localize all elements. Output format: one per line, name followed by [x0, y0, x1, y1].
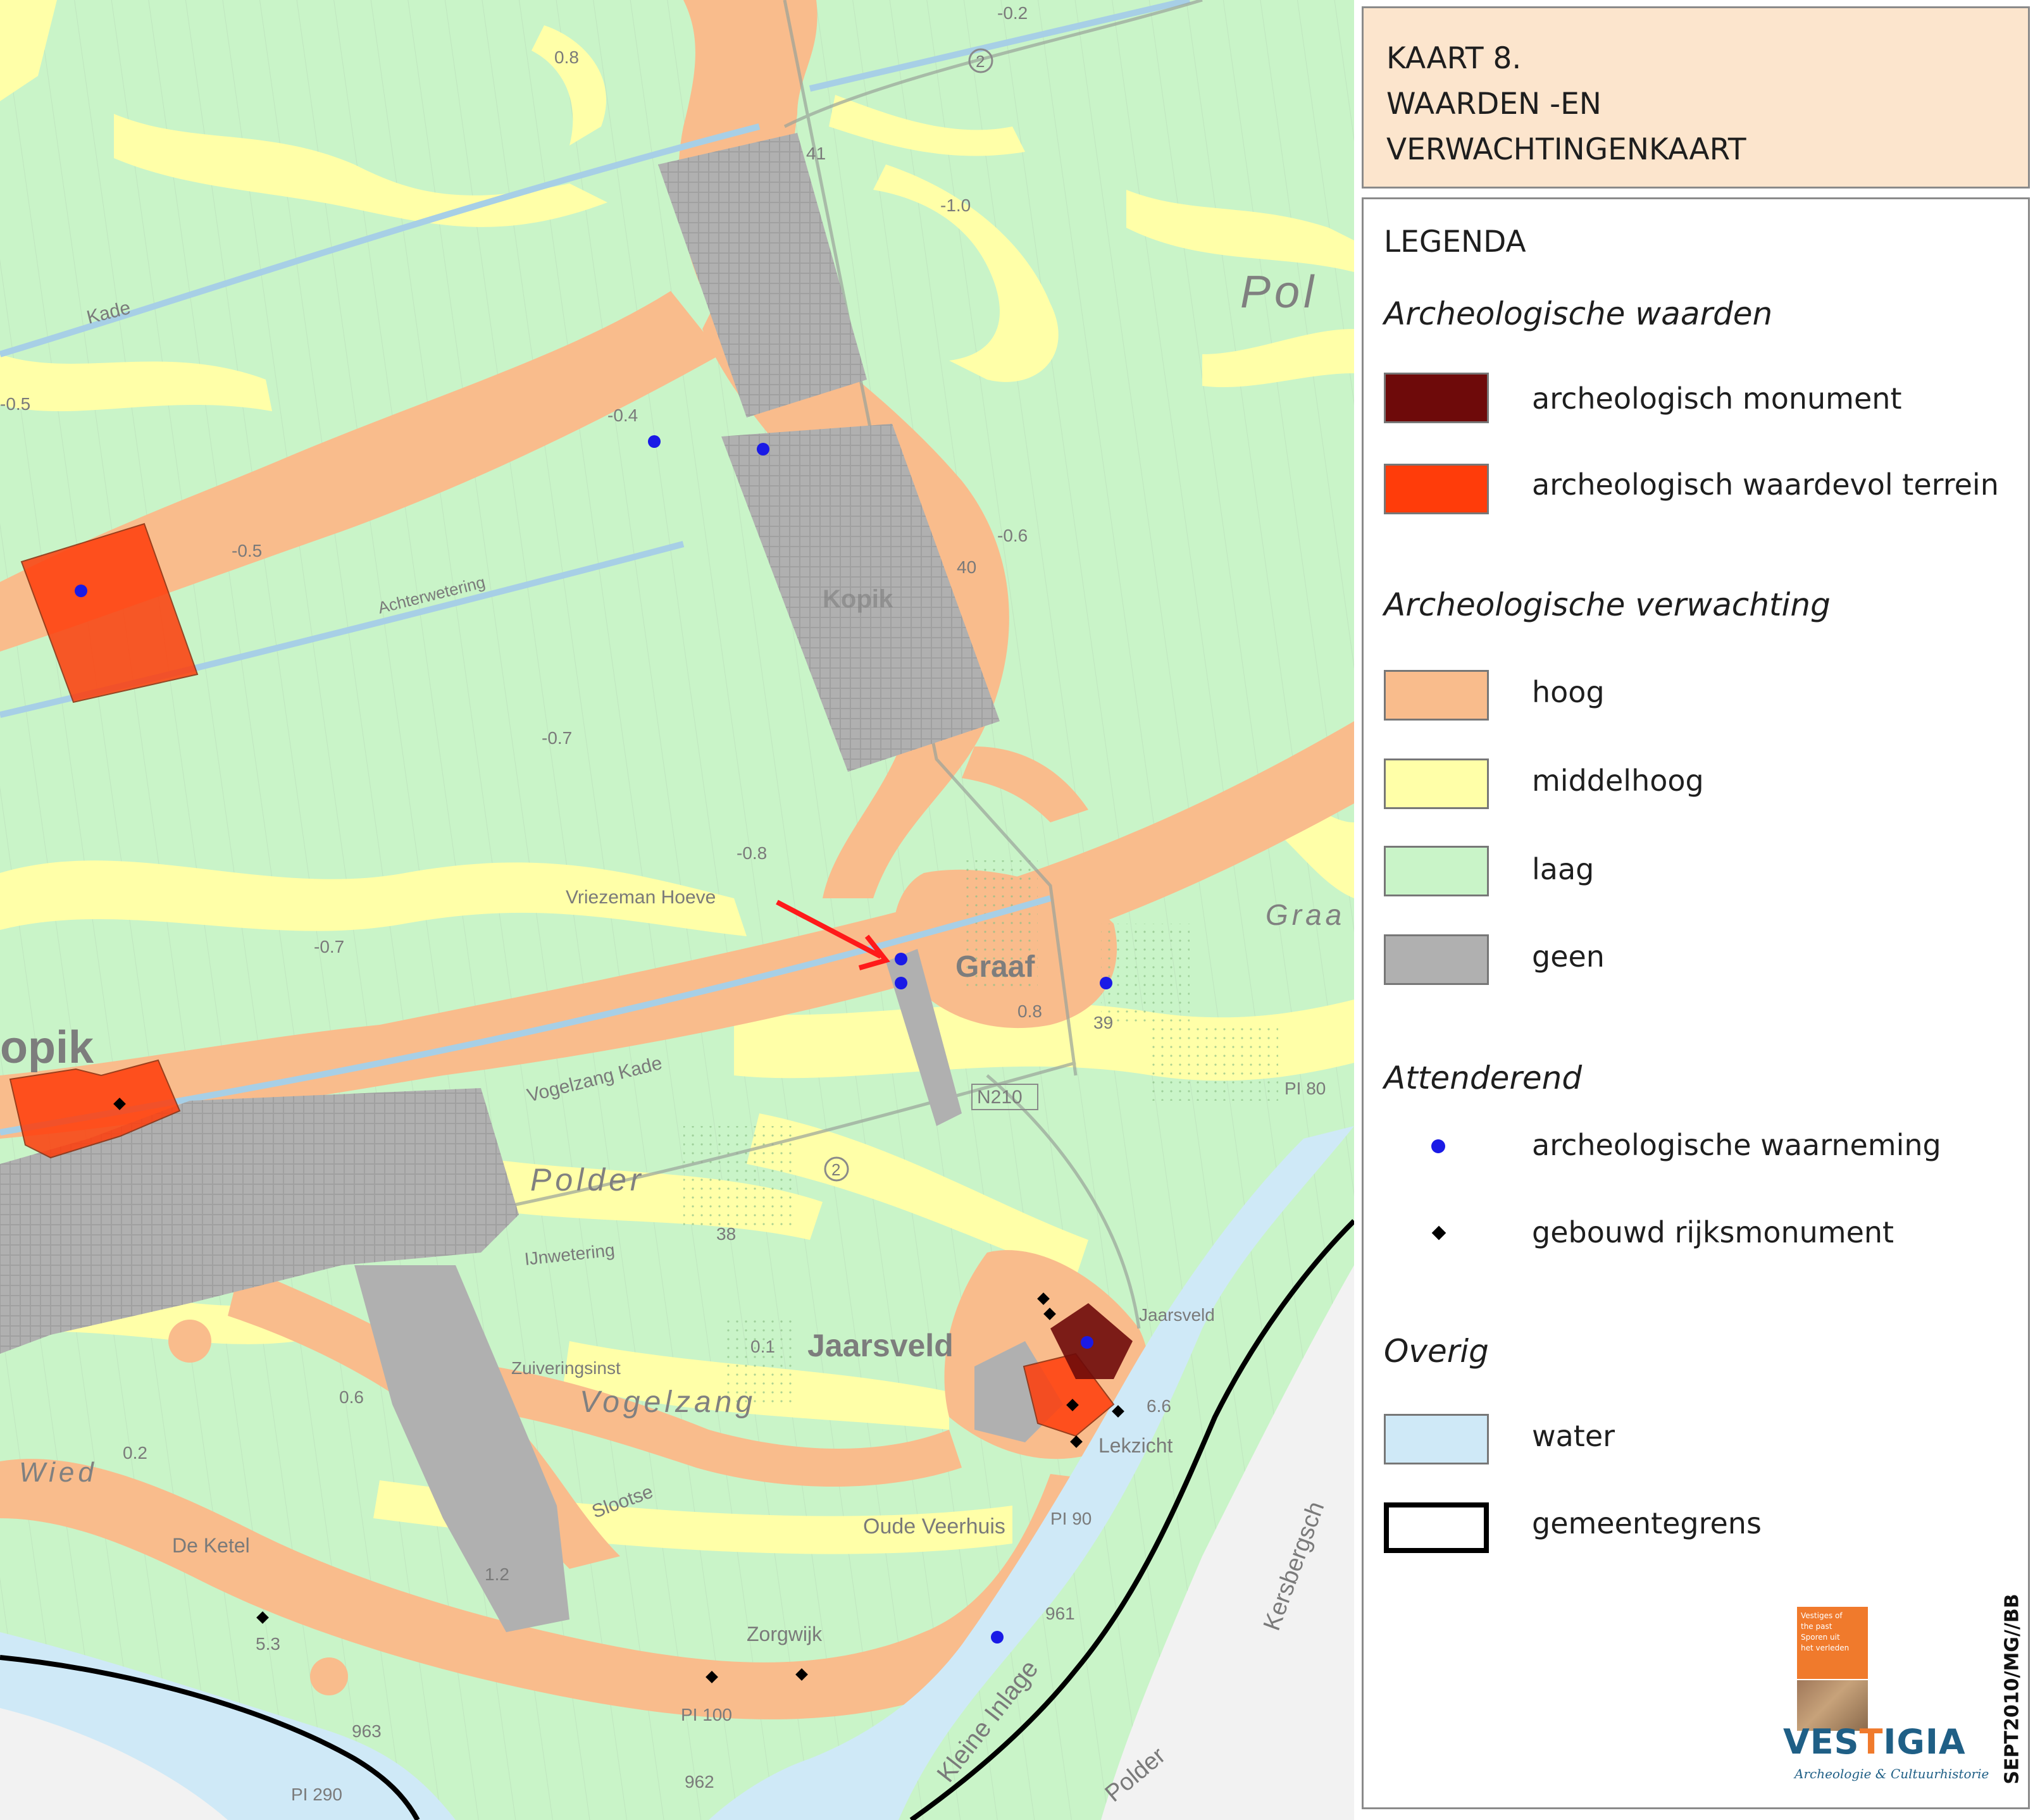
- map-label-km962: 962: [685, 1772, 714, 1792]
- legend-swatch-water: [1384, 1414, 1489, 1464]
- map-label-pl100: PI 100: [681, 1705, 732, 1724]
- map-label-pl290: PI 290: [291, 1785, 342, 1804]
- waarneming-dot: [1081, 1336, 1093, 1349]
- map-label-de-ketel: De Ketel: [172, 1534, 250, 1557]
- map-label-vriezeman: Vriezeman Hoeve: [566, 887, 716, 908]
- map-credit-text: SEPT2010/MG//BB: [2001, 1594, 2024, 1785]
- map-label-graaf-e: Graa: [1266, 898, 1345, 931]
- legend-swatch-gemeentegrens: [1384, 1502, 1489, 1553]
- logo-card-line: Sporen uit: [1801, 1633, 1840, 1642]
- map-label-elev: -0.5: [232, 541, 262, 560]
- legend-swatch-middelhoog: [1384, 758, 1489, 809]
- map-label-elev: 1.2: [485, 1564, 509, 1584]
- waarneming-dot: [991, 1631, 1004, 1644]
- legend-section-title: Archeologische waarden: [1384, 295, 1773, 332]
- map-label-elev: -0.4: [607, 405, 638, 425]
- logo-word-part: IGIA: [1883, 1722, 1966, 1762]
- map-label-zorgwijk: Zorgwijk: [747, 1623, 823, 1645]
- map-label-elev: -1.0: [940, 195, 971, 215]
- legend-marker-dot: [1431, 1139, 1445, 1153]
- map-credit: SEPT2010/MG//BB: [2000, 1594, 2025, 1784]
- map-title-line-3: VERWACHTINGENKAART: [1386, 132, 1746, 167]
- legend-label: geen: [1532, 939, 1605, 974]
- legend-section-title: Archeologische verwachting: [1384, 586, 1831, 623]
- map-view[interactable]: Kade Pol Kopik opik Graaf Graa Vriezeman…: [0, 0, 1354, 1820]
- legend-label: gebouwd rijksmonument: [1532, 1215, 1894, 1249]
- map-label-jaarsveld-small: Jaarsveld: [1139, 1305, 1215, 1325]
- legend-swatch-hoog: [1384, 670, 1489, 721]
- map-label-polder-ne: Pol: [1240, 267, 1317, 318]
- map-label-elev: 40: [957, 557, 976, 577]
- road-number-label: 2: [831, 1160, 840, 1179]
- legend-label: hoog: [1532, 675, 1605, 709]
- map-label-elev: 5.3: [256, 1634, 280, 1654]
- map-label-jaarsveld: Jaarsveld: [807, 1328, 954, 1363]
- map-label-elev: 0.6: [339, 1387, 364, 1407]
- legend-label: gemeentegrens: [1532, 1506, 1762, 1540]
- map-label-km963: 963: [352, 1721, 382, 1741]
- map-label-elev: -0.5: [0, 394, 30, 414]
- map-label-elev: 0.8: [1017, 1001, 1042, 1021]
- map-label-elev: 6.6: [1147, 1396, 1171, 1416]
- legend-section-title: Overig: [1384, 1333, 1489, 1370]
- map-label-oude-veerhuis: Oude Veerhuis: [863, 1514, 1005, 1538]
- map-label-elev: 38: [716, 1224, 736, 1244]
- legend-swatch-geen: [1384, 934, 1489, 985]
- map-label-n210: N210: [977, 1087, 1023, 1108]
- road-number-label: 2: [976, 52, 985, 71]
- legend-label: water: [1532, 1419, 1615, 1453]
- legend-swatch-monument: [1384, 373, 1489, 423]
- map-label-elev: -0.7: [542, 728, 572, 748]
- map-title-line-2: WAARDEN -EN: [1386, 87, 1602, 121]
- map-label-kopik: Kopik: [823, 585, 893, 613]
- map-label-elev: -0.8: [737, 843, 767, 863]
- map-label-wied: Wied: [19, 1457, 97, 1488]
- map-label-graaf: Graaf: [955, 950, 1035, 984]
- logo-card-line: the past: [1801, 1622, 1832, 1631]
- map-label-elev: 0.1: [750, 1337, 775, 1356]
- map-label-zuiveringsinst: Zuiveringsinst: [511, 1358, 621, 1378]
- map-label-pl90: PI 90: [1050, 1509, 1092, 1528]
- waarneming-dot: [895, 953, 907, 965]
- map-label-elev: -0.2: [997, 3, 1028, 23]
- vestigia-logo-wordmark: VESTIGIA: [1783, 1722, 1966, 1762]
- legend-label: archeologisch monument: [1532, 381, 1902, 416]
- legend-marker-diamond: [1431, 1225, 1446, 1241]
- legend-label: middelhoog: [1532, 764, 1704, 798]
- map-label-elev: -0.7: [314, 937, 344, 956]
- waarneming-dot: [757, 443, 769, 455]
- waarneming-dot: [75, 585, 87, 597]
- map-label-km961: 961: [1045, 1604, 1075, 1623]
- map-label-lekzicht: Lekzicht: [1098, 1434, 1173, 1457]
- legend-label: laag: [1532, 852, 1595, 886]
- map-label-lopik: opik: [0, 1022, 94, 1073]
- map-label-elev: 0.8: [554, 47, 579, 67]
- waarneming-dot: [895, 977, 907, 989]
- logo-word-part: T: [1859, 1722, 1884, 1762]
- vestigia-logo-tagline: Archeologie & Cultuurhistorie: [1794, 1766, 1989, 1781]
- map-label-elev: 39: [1093, 1013, 1113, 1032]
- map-label-vogelzang: Vogelzang: [580, 1385, 756, 1419]
- map-title-line-1: KAART 8.: [1386, 41, 1522, 76]
- map-title-box: KAART 8. WAARDEN -EN VERWACHTINGENKAART: [1362, 6, 2030, 189]
- legend-heading: LEGENDA: [1384, 225, 1526, 259]
- legend-label: archeologisch waardevol terrein: [1532, 467, 1999, 502]
- waarneming-dot: [1100, 977, 1112, 989]
- legend-panel: LEGENDA Archeologische waarden archeolog…: [1362, 197, 2030, 1809]
- legend-label: archeologische waarneming: [1532, 1128, 1941, 1162]
- map-label-pl80: PI 80: [1284, 1079, 1326, 1098]
- logo-word-part: VES: [1783, 1722, 1860, 1762]
- logo-card-line: Vestiges of: [1801, 1611, 1843, 1620]
- waarneming-dot: [648, 435, 661, 448]
- logo-card-line: het verleden: [1801, 1644, 1850, 1652]
- legend-section-title: Attenderend: [1384, 1060, 1583, 1096]
- legend-swatch-laag: [1384, 846, 1489, 896]
- map-label-elev: -0.6: [997, 526, 1028, 545]
- legend-swatch-waardevol: [1384, 464, 1489, 514]
- map-label-elev: 41: [806, 144, 826, 163]
- map-label-elev: 0.2: [123, 1443, 147, 1463]
- map-label-polder: Polder: [530, 1162, 645, 1198]
- vestigia-logo-card: Vestiges of the past Sporen uit het verl…: [1797, 1607, 1868, 1679]
